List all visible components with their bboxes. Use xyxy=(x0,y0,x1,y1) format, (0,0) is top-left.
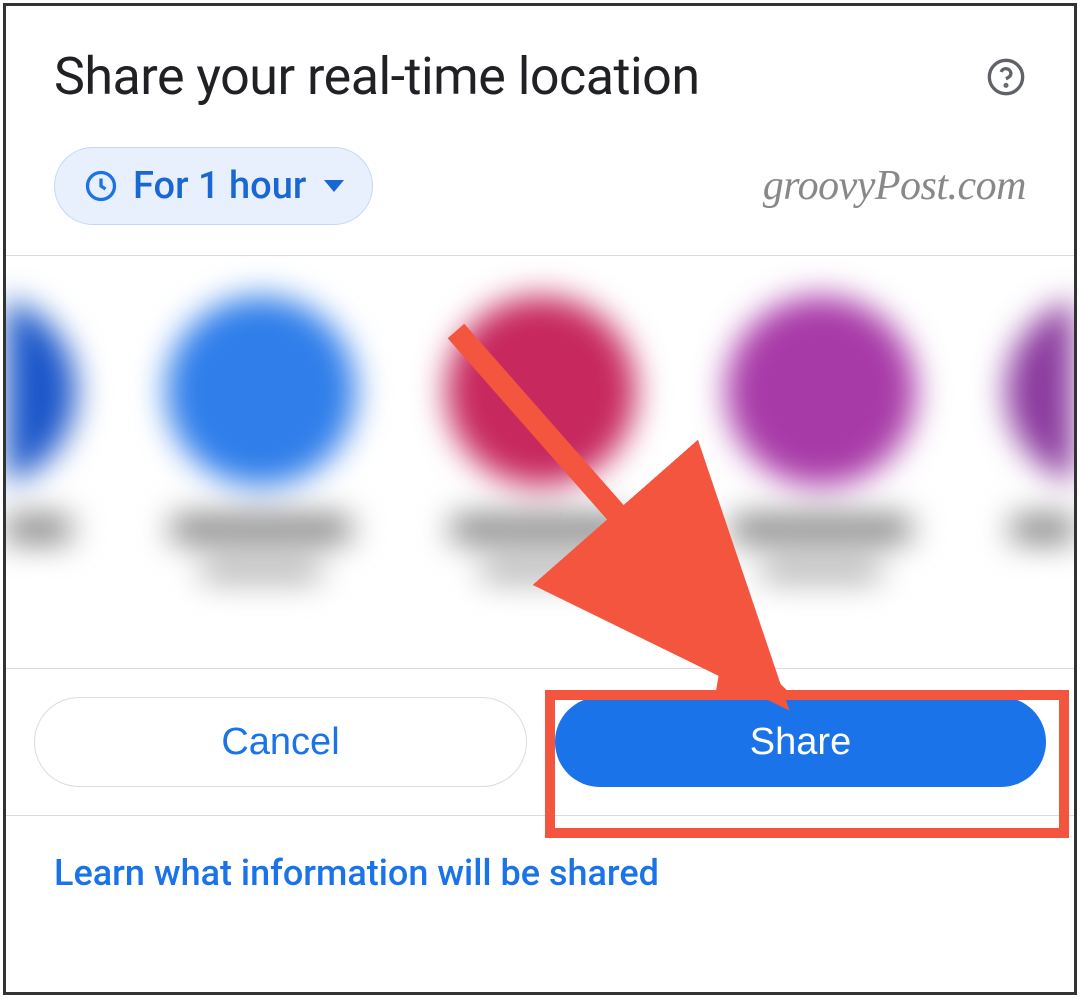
learn-more-link[interactable]: Learn what information will be shared xyxy=(6,816,1074,930)
contact-name xyxy=(171,516,351,542)
contact-subtext xyxy=(761,562,881,580)
share-button[interactable]: Share xyxy=(555,697,1046,787)
help-icon[interactable] xyxy=(986,57,1026,97)
contact-subtext xyxy=(481,562,601,580)
contact-name xyxy=(451,516,631,542)
contact-item[interactable] xyxy=(726,296,916,580)
duration-selector[interactable]: For 1 hour xyxy=(54,147,373,225)
cancel-button[interactable]: Cancel xyxy=(34,697,527,787)
avatar xyxy=(1006,296,1074,486)
contact-name xyxy=(731,516,911,542)
avatar xyxy=(6,296,76,486)
duration-label: For 1 hour xyxy=(133,164,306,208)
contact-item[interactable] xyxy=(6,296,76,542)
contact-item[interactable] xyxy=(166,296,356,580)
avatar xyxy=(166,296,356,486)
contact-item[interactable] xyxy=(1006,296,1074,542)
watermark-text: groovyPost.com xyxy=(763,162,1026,210)
clock-icon xyxy=(83,168,119,204)
page-title: Share your real-time location xyxy=(54,46,700,107)
avatar xyxy=(446,296,636,486)
avatar xyxy=(726,296,916,486)
contact-name xyxy=(1011,516,1074,542)
contact-name xyxy=(6,516,71,542)
chevron-down-icon xyxy=(324,180,344,192)
contact-item[interactable] xyxy=(446,296,636,580)
contacts-carousel[interactable] xyxy=(6,256,1074,668)
contact-subtext xyxy=(201,562,321,580)
